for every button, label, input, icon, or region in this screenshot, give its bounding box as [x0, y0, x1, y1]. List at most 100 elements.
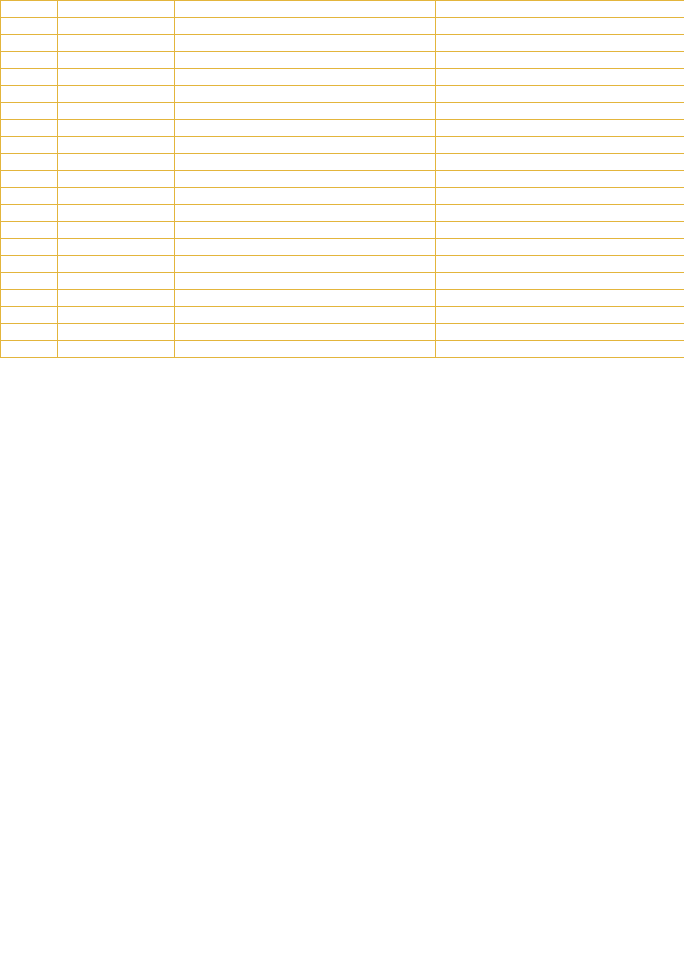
table-row [0, 170, 684, 188]
table-cell [0, 51, 58, 69]
table-cell [57, 102, 175, 120]
table-cell [435, 221, 684, 239]
table-cell [57, 204, 175, 222]
table-row [0, 323, 684, 341]
table-cell [174, 85, 436, 103]
table-cell [435, 170, 684, 188]
table-cell [435, 238, 684, 256]
table-cell [57, 170, 175, 188]
table-cell [57, 221, 175, 239]
table-cell [435, 119, 684, 137]
table-cell [57, 323, 175, 341]
table-cell [0, 119, 58, 137]
table-cell [435, 136, 684, 154]
table-cell [57, 17, 175, 35]
table-row [0, 136, 684, 154]
table-cell [0, 255, 58, 273]
table-cell [174, 34, 436, 52]
table-cell [174, 255, 436, 273]
table-cell [57, 51, 175, 69]
table-cell [435, 85, 684, 103]
table-cell [174, 289, 436, 307]
table-row [0, 204, 684, 222]
table-cell [435, 0, 684, 18]
table-cell [0, 340, 58, 358]
table-row [0, 34, 684, 52]
table-cell [0, 85, 58, 103]
table-row [0, 289, 684, 307]
table-cell [435, 102, 684, 120]
table-cell [174, 272, 436, 290]
table-cell [174, 153, 436, 171]
table-cell [174, 187, 436, 205]
table-cell [57, 306, 175, 324]
table-cell [174, 204, 436, 222]
table-cell [174, 68, 436, 86]
table-cell [435, 153, 684, 171]
table-row [0, 17, 684, 35]
table-row [0, 51, 684, 69]
table-cell [435, 306, 684, 324]
table-row [0, 0, 684, 18]
table-cell [174, 51, 436, 69]
table-row [0, 221, 684, 239]
table-cell [0, 289, 58, 307]
table-row [0, 119, 684, 137]
table-cell [174, 340, 436, 358]
table-cell [57, 136, 175, 154]
table-cell [174, 136, 436, 154]
table-cell [57, 289, 175, 307]
document-page [0, 0, 684, 358]
table-row [0, 238, 684, 256]
table-cell [57, 85, 175, 103]
table-cell [0, 187, 58, 205]
table-cell [0, 204, 58, 222]
table-cell [435, 340, 684, 358]
table-cell [435, 17, 684, 35]
table-cell [57, 272, 175, 290]
table-cell [0, 272, 58, 290]
table-cell [174, 0, 436, 18]
table-cell [0, 68, 58, 86]
table-cell [174, 323, 436, 341]
table-cell [0, 306, 58, 324]
table-row [0, 153, 684, 171]
table-cell [435, 34, 684, 52]
table-cell [0, 323, 58, 341]
table-cell [0, 0, 58, 18]
table-row [0, 68, 684, 86]
table-cell [435, 323, 684, 341]
table-row [0, 255, 684, 273]
table-cell [0, 34, 58, 52]
table-cell [0, 221, 58, 239]
table-cell [174, 102, 436, 120]
table-row [0, 187, 684, 205]
table-cell [435, 289, 684, 307]
table-cell [435, 204, 684, 222]
table-cell [174, 170, 436, 188]
table-cell [435, 51, 684, 69]
table-row [0, 102, 684, 120]
table-cell [0, 17, 58, 35]
table-cell [57, 187, 175, 205]
table-cell [0, 102, 58, 120]
table-cell [0, 153, 58, 171]
table-cell [57, 238, 175, 256]
table-cell [57, 153, 175, 171]
table-cell [57, 68, 175, 86]
table-cell [174, 221, 436, 239]
table-cell [57, 255, 175, 273]
table-cell [174, 238, 436, 256]
table-cell [57, 0, 175, 18]
data-table [0, 0, 684, 358]
table-cell [0, 136, 58, 154]
table-cell [174, 306, 436, 324]
table-cell [435, 187, 684, 205]
table-cell [435, 255, 684, 273]
table-row [0, 306, 684, 324]
table-cell [57, 34, 175, 52]
table-cell [0, 238, 58, 256]
table-cell [0, 170, 58, 188]
table-cell [57, 340, 175, 358]
table-row [0, 85, 684, 103]
